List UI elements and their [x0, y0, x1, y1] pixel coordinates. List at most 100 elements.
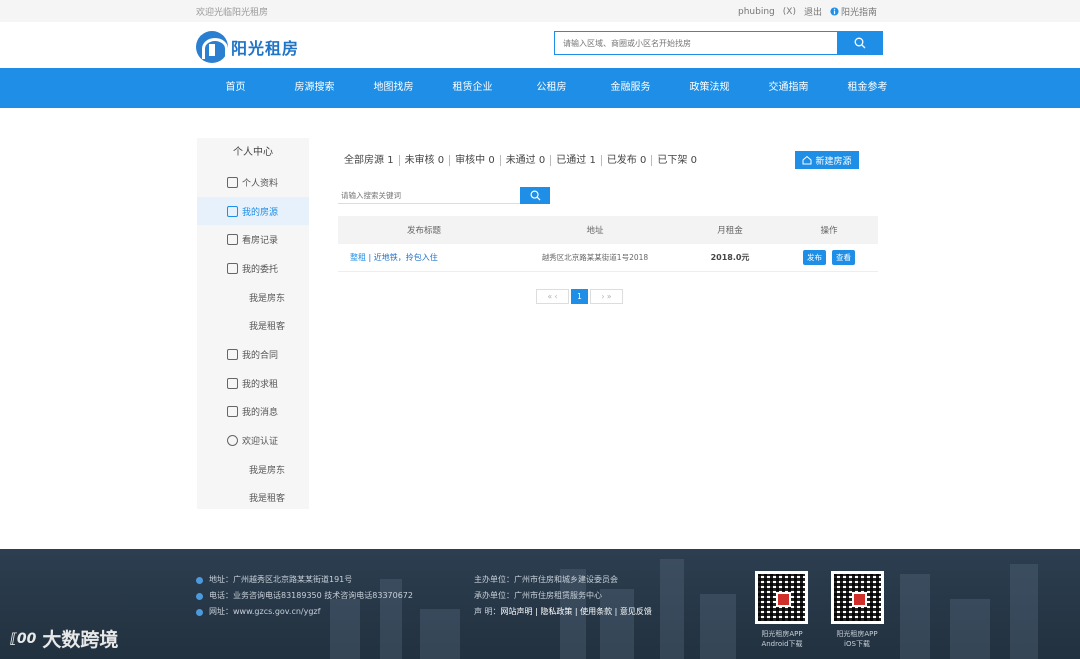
- house-icon: [227, 377, 238, 389]
- footer-maker: 承办单位：广州市住房租赁服务中心: [474, 591, 602, 600]
- sidebar-item-viewing-records[interactable]: 看房记录: [197, 225, 309, 254]
- col-address: 地址: [586, 226, 604, 236]
- listing-search-button[interactable]: [520, 187, 550, 204]
- col-title: 发布标题: [406, 226, 441, 236]
- ios-qr-code: [831, 571, 884, 624]
- header: 阳光租房: [0, 22, 1080, 68]
- sidebar-item-label: 我是房东: [249, 293, 286, 304]
- footer-address: 地址：广州越秀区北京路某某街道191号: [209, 575, 353, 584]
- sidebar-item-label: 我的房源: [242, 207, 279, 218]
- publish-button[interactable]: 发布: [803, 250, 826, 265]
- pager-current[interactable]: 1: [571, 289, 588, 304]
- eye-icon: [227, 435, 238, 447]
- view-button[interactable]: 查看: [832, 250, 855, 265]
- android-qr-caption: 阳光租房APP Android下载: [761, 630, 803, 648]
- listing-search-input[interactable]: [338, 187, 520, 204]
- new-listing-button[interactable]: 新建房源: [795, 151, 859, 169]
- sidebar-item-label: 我是租客: [249, 494, 286, 505]
- sidebar-subitem-landlord-2[interactable]: 我是房东: [197, 455, 309, 484]
- footer-org: 主办单位：广州市住房和城乡建设委员会 承办单位：广州市住房租赁服务中心 声 明：…: [474, 572, 652, 620]
- nav-item-map[interactable]: 地图找房: [354, 68, 433, 108]
- sidebar-item-my-listings[interactable]: 我的房源: [197, 196, 309, 226]
- sidebar-item-messages[interactable]: 我的消息: [197, 398, 309, 427]
- sidebar-item-rent-requests[interactable]: 我的求租: [197, 369, 309, 398]
- sidebar-item-label: 我的消息: [242, 408, 279, 419]
- listing-rent: 2018.0元: [710, 253, 750, 262]
- filter-approved[interactable]: 已通过 1: [551, 154, 602, 166]
- sidebar-subitem-tenant[interactable]: 我是租客: [197, 311, 309, 340]
- filter-published[interactable]: 已发布 0: [602, 154, 653, 166]
- sidebar-item-label: 看房记录: [242, 236, 279, 247]
- logo-icon: [196, 31, 228, 63]
- footer-website[interactable]: 网址：www.gzcs.gov.cn/ygzf: [209, 604, 320, 620]
- sidebar-item-label: 我是租客: [249, 322, 286, 333]
- guide-link[interactable]: 阳光指南: [830, 5, 877, 18]
- nav-item-rent-reference[interactable]: 租金参考: [828, 68, 907, 108]
- nav-item-search[interactable]: 房源搜索: [275, 68, 354, 108]
- pager-next[interactable]: › »: [590, 289, 623, 304]
- android-qr-code: [755, 571, 808, 624]
- site-search: [554, 31, 883, 55]
- sidebar-title: 个人中心: [233, 147, 273, 158]
- username-link[interactable]: phubing: [738, 7, 775, 17]
- site-search-input[interactable]: [555, 32, 837, 54]
- user-links: phubing (X) 退出 阳光指南: [738, 5, 877, 19]
- filter-unreviewed[interactable]: 未审核 0: [400, 154, 451, 166]
- listings-panel: 全部房源 1 未审核 0 审核中 0 未通过 0 已通过 1 已发布 0 已下架…: [338, 138, 878, 304]
- sidebar-item-label: 我的合同: [242, 350, 279, 361]
- welcome-text: 欢迎光临阳光租房: [196, 8, 269, 18]
- site-logo[interactable]: 阳光租房: [196, 31, 299, 63]
- filter-all[interactable]: 全部房源 1: [338, 154, 400, 166]
- listing-search: [338, 187, 550, 204]
- list-icon: [227, 262, 238, 274]
- watermark-logo-icon: ⟦00: [10, 630, 37, 647]
- nav-item-home[interactable]: 首页: [196, 68, 275, 108]
- calendar-icon: [227, 234, 238, 246]
- footer-phone: 电话：业务咨询电话83189350 技术咨询电话83370672: [209, 591, 413, 600]
- home-add-icon: [802, 155, 812, 165]
- footer-links-label: 声 明：: [474, 607, 501, 616]
- nav-item-policy[interactable]: 政策法规: [670, 68, 749, 108]
- filter-reviewing[interactable]: 审核中 0: [450, 154, 501, 166]
- info-icon: [830, 7, 839, 16]
- message-icon: [227, 406, 238, 418]
- watermark-text: 大数跨境: [42, 629, 119, 651]
- footer-sponsor: 主办单位：广州市住房和城乡建设委员会: [474, 575, 618, 584]
- document-icon: [227, 348, 238, 360]
- footer-links[interactable]: 网站声明 | 隐私政策 | 使用条款 | 意见反馈: [501, 607, 652, 616]
- pager-prev[interactable]: « ‹: [536, 289, 569, 304]
- search-icon: [530, 190, 541, 201]
- sidebar-item-contracts[interactable]: 我的合同: [197, 340, 309, 369]
- location-icon: [196, 576, 203, 584]
- phone-icon: [196, 592, 203, 600]
- sidebar-item-label: 我的委托: [242, 264, 279, 275]
- sidebar-subitem-landlord[interactable]: 我是房东: [197, 283, 309, 312]
- filter-rejected[interactable]: 未通过 0: [501, 154, 552, 166]
- nav-item-traffic[interactable]: 交通指南: [749, 68, 828, 108]
- filter-offline[interactable]: 已下架 0: [652, 155, 702, 166]
- listing-title[interactable]: 整租 | 近地铁，拎包入住: [338, 252, 510, 263]
- logout-link[interactable]: 退出: [804, 5, 822, 18]
- globe-icon: [196, 608, 203, 616]
- home-icon: [227, 205, 238, 217]
- sidebar-item-my-entrust[interactable]: 我的委托: [197, 254, 309, 283]
- footer: 地址：广州越秀区北京路某某街道191号 电话：业务咨询电话83189350 技术…: [0, 549, 1080, 659]
- sidebar-item-label: 我的求租: [242, 379, 279, 390]
- site-search-button[interactable]: [837, 32, 882, 54]
- sidebar: 个人中心 个人资料 我的房源 看房记录 我的委托 我是房东 我是租客 我的合同: [197, 138, 309, 509]
- sidebar-subitem-tenant-2[interactable]: 我是租客: [197, 484, 309, 513]
- nav-item-companies[interactable]: 租赁企业: [433, 68, 512, 108]
- ios-qr-caption: 阳光租房APP iOS下载: [836, 630, 878, 648]
- table-header: 发布标题 地址 月租金 操作: [338, 216, 878, 244]
- sidebar-item-profile[interactable]: 个人资料: [197, 168, 309, 197]
- logo-text: 阳光租房: [231, 39, 300, 58]
- main-area: 个人中心 个人资料 我的房源 看房记录 我的委托 我是房东 我是租客 我的合同: [0, 108, 1080, 549]
- sidebar-item-label: 我是房东: [249, 465, 286, 476]
- watermark: ⟦00 大数跨境: [10, 625, 118, 652]
- sidebar-item-verification[interactable]: 欢迎认证: [197, 426, 309, 455]
- nav-item-public-housing[interactable]: 公租房: [512, 68, 591, 108]
- nav-item-finance[interactable]: 金融服务: [591, 68, 670, 108]
- listings-table: 发布标题 地址 月租金 操作 整租 | 近地铁，拎包入住 越秀区北京路某某街道1…: [338, 216, 878, 272]
- listing-actions: 发布 查看: [780, 250, 878, 265]
- top-bar: 欢迎光临阳光租房 phubing (X) 退出 阳光指南: [0, 0, 1080, 22]
